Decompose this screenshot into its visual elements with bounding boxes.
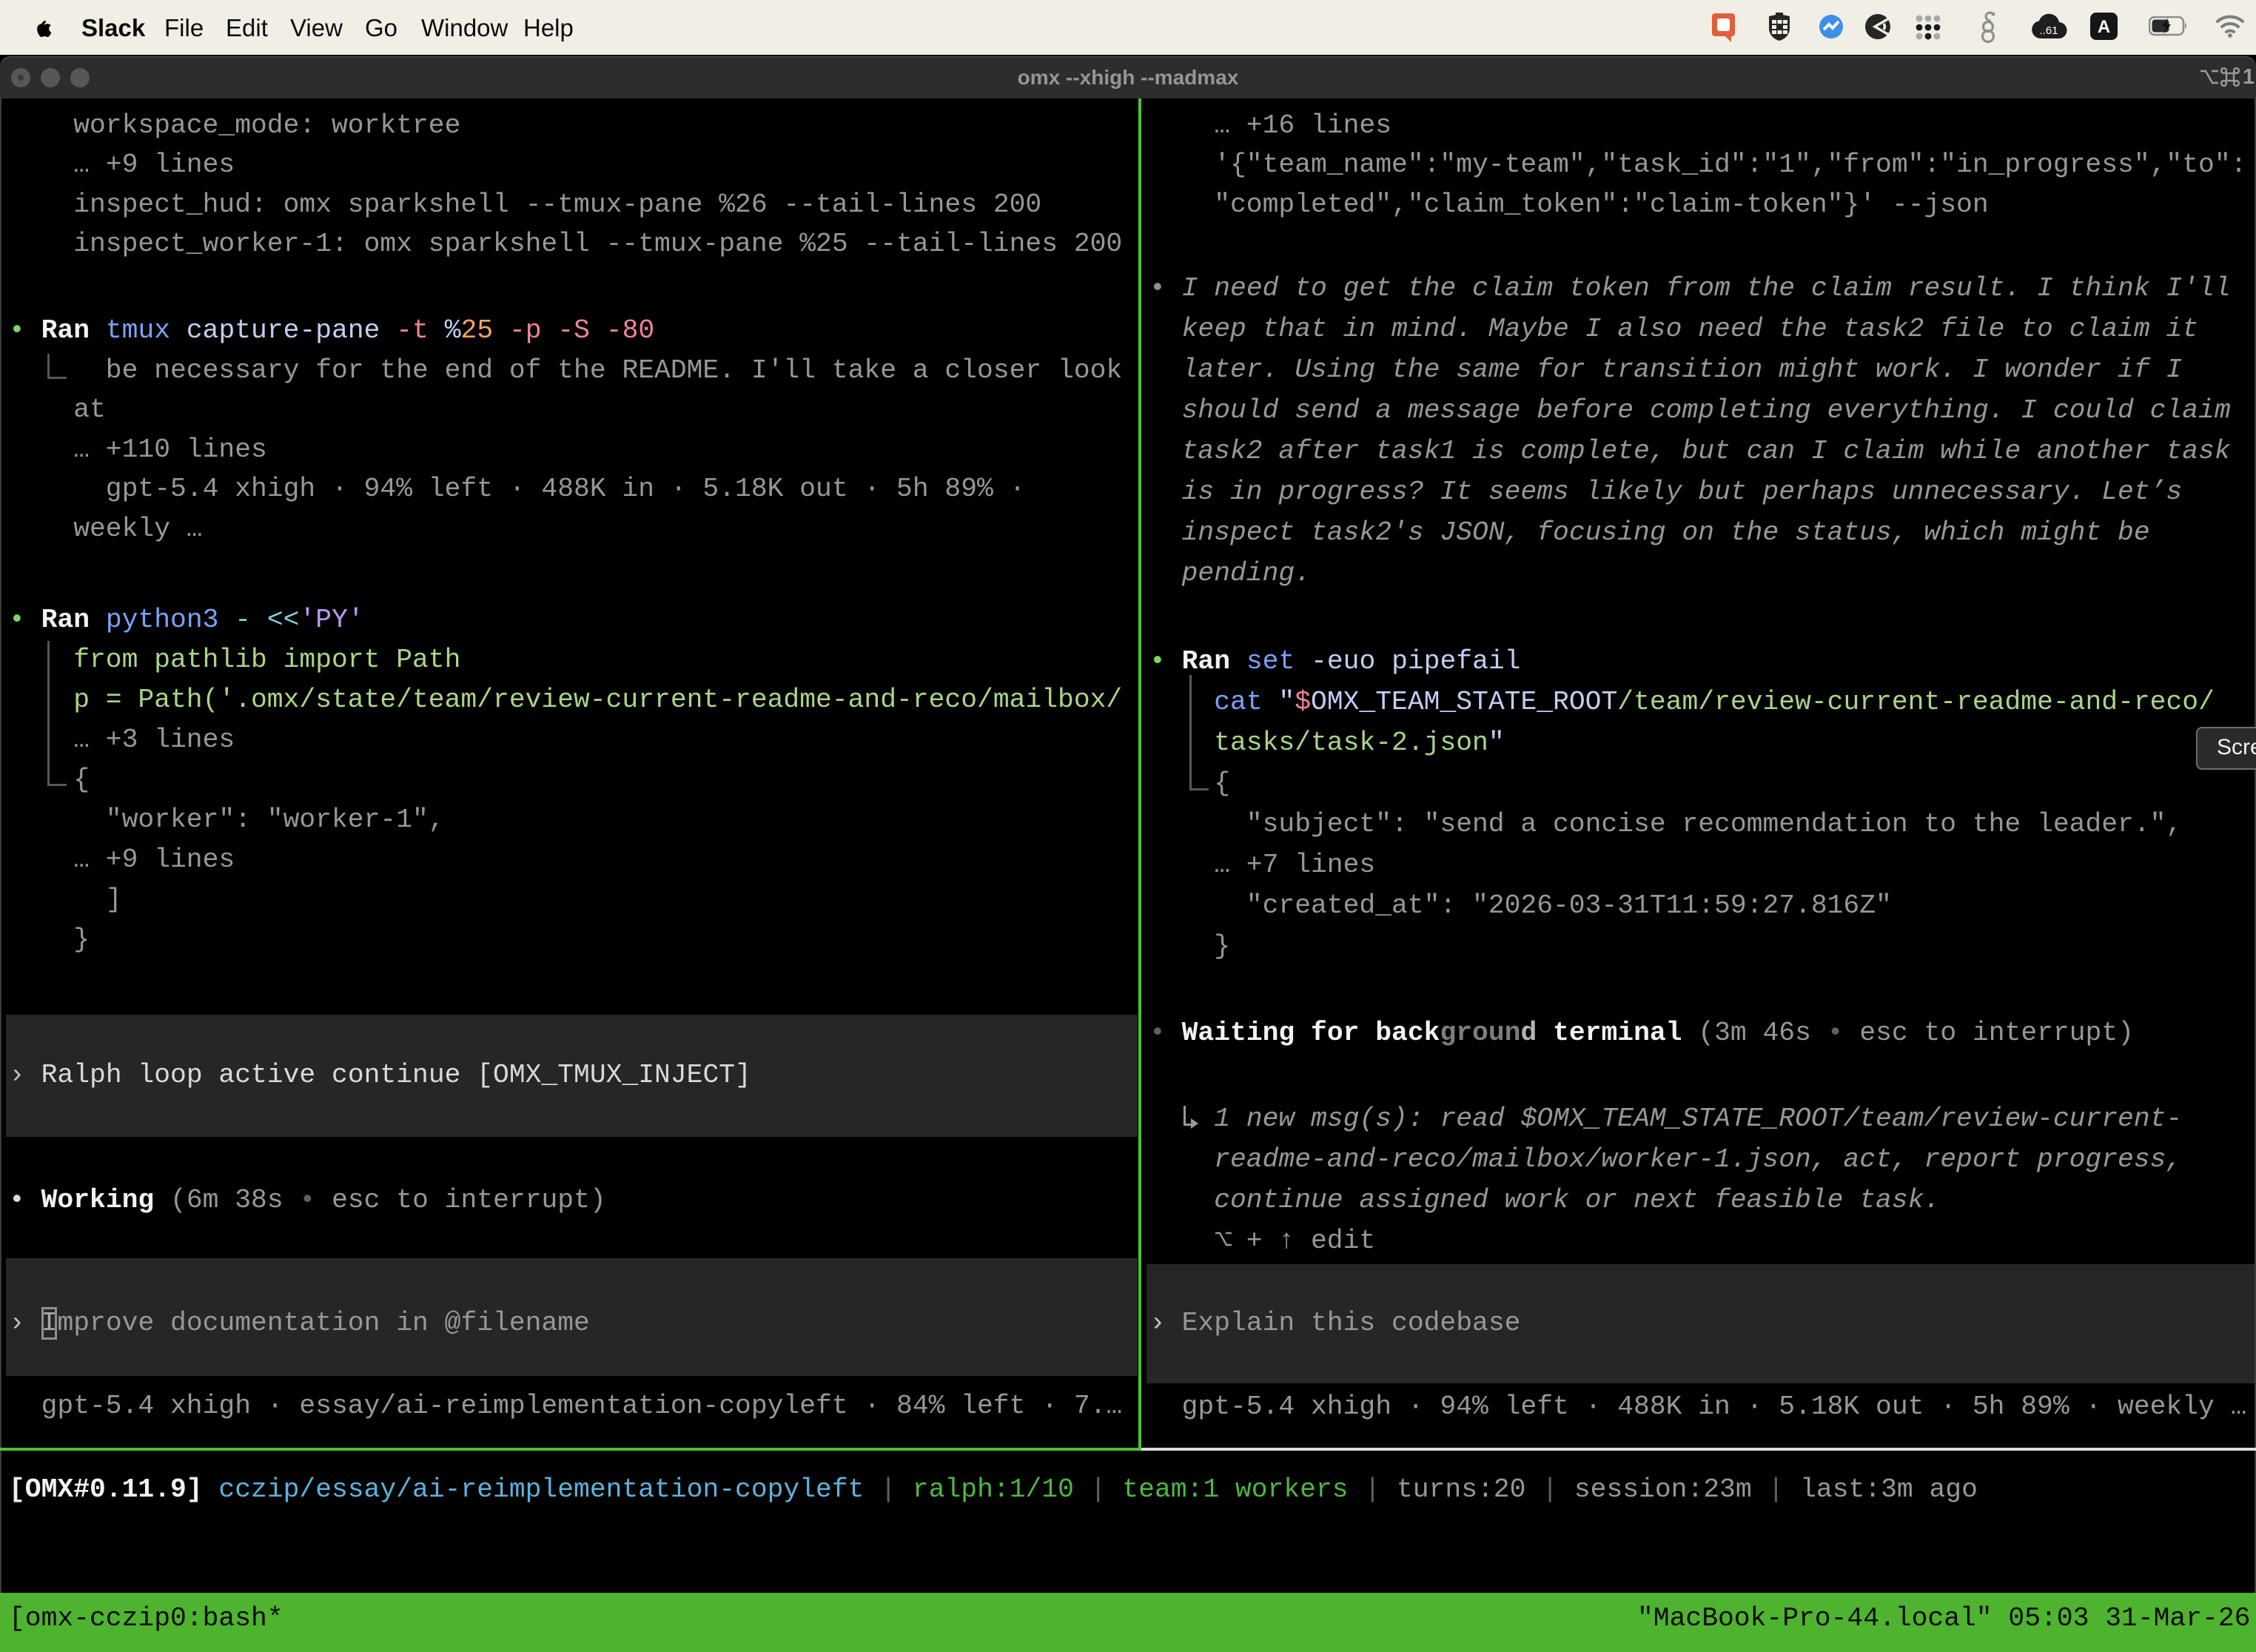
svg-text:A: A xyxy=(2098,17,2110,37)
svg-text:..61: ..61 xyxy=(2039,24,2058,37)
